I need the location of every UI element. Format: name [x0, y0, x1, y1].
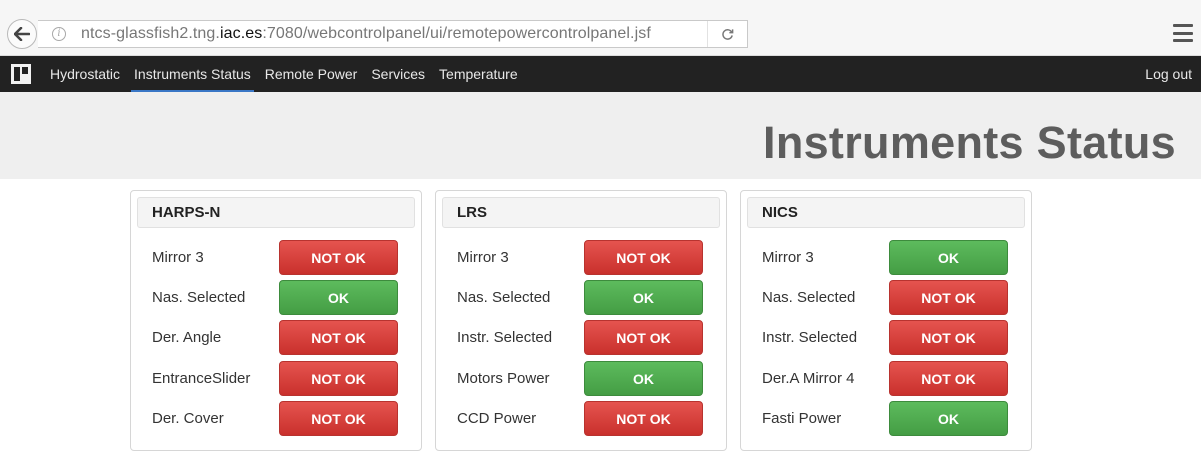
status-button[interactable]: OK — [889, 401, 1008, 436]
status-button[interactable]: OK — [584, 361, 703, 396]
status-row: Nas. Selected OK — [436, 280, 728, 316]
status-row: Instr. Selected NOT OK — [741, 320, 1033, 356]
page-header: Instruments Status — [0, 92, 1201, 179]
status-label: Instr. Selected — [762, 329, 858, 346]
status-button[interactable]: OK — [889, 240, 1008, 275]
status-label: Der. Cover — [152, 410, 224, 427]
back-button[interactable] — [7, 19, 37, 49]
status-label: Mirror 3 — [762, 249, 814, 266]
address-bar[interactable]: i ntcs-glassfish2.tng.iac.es:7080/webcon… — [38, 20, 748, 48]
status-button[interactable]: NOT OK — [279, 320, 398, 355]
status-button[interactable]: NOT OK — [889, 361, 1008, 396]
status-row: CCD Power NOT OK — [436, 401, 728, 437]
nav-item-temperature[interactable]: Temperature — [432, 56, 525, 92]
status-row: Nas. Selected NOT OK — [741, 280, 1033, 316]
status-label: Der. Angle — [152, 329, 222, 346]
status-label: Mirror 3 — [152, 249, 204, 266]
reload-icon — [722, 28, 734, 40]
status-row: Motors Power OK — [436, 361, 728, 397]
status-label: Nas. Selected — [152, 289, 246, 306]
top-navbar: Hydrostatic Instruments Status Remote Po… — [0, 56, 1201, 92]
status-row: Der.A Mirror 4 NOT OK — [741, 361, 1033, 397]
brand-logo[interactable] — [11, 64, 31, 84]
logout-link[interactable]: Log out — [1145, 56, 1192, 92]
status-row: Instr. Selected NOT OK — [436, 320, 728, 356]
status-label: Der.A Mirror 4 — [762, 370, 855, 387]
status-row: Mirror 3 NOT OK — [131, 240, 423, 276]
status-button[interactable]: OK — [584, 280, 703, 315]
panel-nics: NICS Mirror 3 OK Nas. Selected NOT OK In… — [740, 190, 1032, 451]
nav-item-remote-power[interactable]: Remote Power — [258, 56, 365, 92]
panel-lrs: LRS Mirror 3 NOT OK Nas. Selected OK Ins… — [435, 190, 727, 451]
status-row: Mirror 3 OK — [741, 240, 1033, 276]
status-label: Motors Power — [457, 370, 550, 387]
info-icon[interactable]: i — [52, 27, 66, 41]
hamburger-menu-icon[interactable] — [1173, 24, 1193, 42]
status-row: Nas. Selected OK — [131, 280, 423, 316]
status-label: Nas. Selected — [457, 289, 551, 306]
nav-item-hydrostatic[interactable]: Hydrostatic — [43, 56, 127, 92]
status-label: Instr. Selected — [457, 329, 553, 346]
reload-button[interactable] — [707, 21, 747, 47]
status-row: Fasti Power OK — [741, 401, 1033, 437]
status-row: Mirror 3 NOT OK — [436, 240, 728, 276]
page-title: Instruments Status — [763, 117, 1176, 168]
status-row: EntranceSlider NOT OK — [131, 361, 423, 397]
browser-toolbar: i ntcs-glassfish2.tng.iac.es:7080/webcon… — [0, 0, 1201, 56]
url-text: ntcs-glassfish2.tng.iac.es:7080/webcontr… — [81, 25, 651, 42]
status-button[interactable]: NOT OK — [279, 240, 398, 275]
status-button[interactable]: NOT OK — [889, 320, 1008, 355]
status-label: CCD Power — [457, 410, 537, 427]
status-button[interactable]: NOT OK — [584, 401, 703, 436]
status-button[interactable]: OK — [279, 280, 398, 315]
nav-item-services[interactable]: Services — [364, 56, 432, 92]
status-label: Mirror 3 — [457, 249, 509, 266]
panel-title: LRS — [442, 197, 720, 228]
status-row: Der. Cover NOT OK — [131, 401, 423, 437]
status-row: Der. Angle NOT OK — [131, 320, 423, 356]
arrow-left-icon — [14, 27, 30, 41]
status-button[interactable]: NOT OK — [584, 320, 703, 355]
panel-title: NICS — [747, 197, 1025, 228]
nav-item-instruments-status[interactable]: Instruments Status — [127, 56, 258, 92]
status-button[interactable]: NOT OK — [279, 361, 398, 396]
status-label: Fasti Power — [762, 410, 842, 427]
status-button[interactable]: NOT OK — [279, 401, 398, 436]
panel-harps-n: HARPS-N Mirror 3 NOT OK Nas. Selected OK… — [130, 190, 422, 451]
panel-title: HARPS-N — [137, 197, 415, 228]
status-button[interactable]: NOT OK — [584, 240, 703, 275]
status-label: Nas. Selected — [762, 289, 856, 306]
status-button[interactable]: NOT OK — [889, 280, 1008, 315]
status-label: EntranceSlider — [152, 370, 251, 387]
